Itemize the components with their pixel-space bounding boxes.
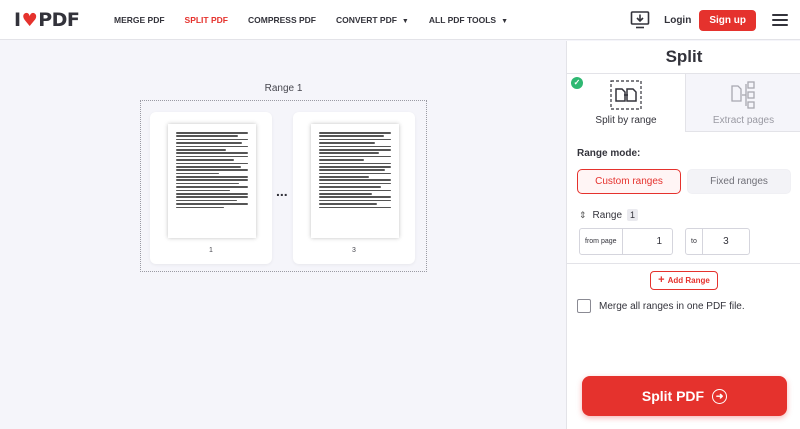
plus-icon: + (658, 274, 665, 286)
nav-split-pdf[interactable]: SPLIT PDF (185, 15, 228, 25)
logo-text-pdf: PDF (38, 9, 80, 31)
add-range-label: Add Range (667, 276, 710, 285)
range-header: ⇕ Range 1 (579, 209, 639, 221)
split-pdf-label: Split PDF (641, 388, 705, 404)
split-range-icon (610, 80, 642, 110)
menu-bar (772, 24, 788, 26)
page-card[interactable]: 3 (293, 112, 415, 264)
tab-extract-pages[interactable]: Extract pages (685, 74, 800, 132)
nav-all-pdf-tools[interactable]: ALL PDF TOOLS ▼ (429, 15, 508, 25)
desktop-download-icon[interactable] (630, 10, 650, 30)
hamburger-menu-icon[interactable] (772, 14, 788, 26)
range-number-badge: 1 (627, 209, 639, 221)
nav-all-pdf-tools-label: ALL PDF TOOLS (428, 15, 497, 25)
menu-bar (772, 19, 788, 21)
nav-convert-pdf-label: CONVERT PDF (336, 15, 397, 25)
custom-ranges-button[interactable]: Custom ranges (577, 169, 681, 194)
range-label: Range (592, 209, 623, 221)
merge-checkbox[interactable] (577, 299, 591, 313)
ellipsis: ... (276, 183, 288, 199)
tab-label: Extract pages (712, 115, 775, 126)
tab-split-by-range[interactable]: Split by range (567, 74, 685, 132)
logo-letter-i: I (14, 9, 21, 31)
check-icon: ✓ (571, 77, 583, 89)
sidebar-title: Split (665, 47, 703, 66)
page-thumbnail (311, 124, 399, 238)
from-page-input[interactable]: 1 (623, 229, 672, 254)
caret-down-icon: ▼ (501, 18, 509, 25)
nav-merge-pdf[interactable]: MERGE PDF (114, 15, 165, 25)
split-options-sidebar: Split Split by range ✓ Extract pages Ran… (566, 41, 800, 429)
heart-icon: ♥ (21, 9, 38, 31)
extract-pages-icon (730, 81, 755, 109)
arrow-right-circle-icon: ➜ (712, 388, 728, 404)
page-number: 3 (352, 247, 356, 254)
nav-convert-pdf[interactable]: CONVERT PDF ▼ (336, 15, 409, 25)
main-nav: MERGE PDF SPLIT PDF COMPRESS PDF CONVERT… (114, 0, 528, 40)
page-card[interactable]: 1 (150, 112, 272, 264)
range-mode-label: Range mode: (577, 148, 641, 159)
divider (567, 263, 800, 264)
top-header: I ♥ PDF MERGE PDF SPLIT PDF COMPRESS PDF… (0, 0, 800, 40)
range-title: Range 1 (264, 83, 303, 94)
add-range-button[interactable]: + Add Range (650, 271, 718, 290)
pdf-workspace: Range 1 1 ... 3 (0, 41, 566, 429)
page-thumbnail (168, 124, 256, 238)
sort-arrows-icon[interactable]: ⇕ (579, 210, 587, 221)
nav-compress-pdf[interactable]: COMPRESS PDF (248, 15, 316, 25)
to-page-input[interactable]: 3 (703, 229, 749, 254)
to-page-label: to (686, 229, 703, 254)
merge-label: Merge all ranges in one PDF file. (599, 300, 745, 312)
range-group: 1 ... 3 (140, 100, 427, 272)
tab-label: Split by range (595, 115, 657, 126)
signup-button[interactable]: Sign up (699, 9, 756, 31)
caret-down-icon: ▼ (401, 18, 409, 25)
from-page-field[interactable]: from page 1 (579, 228, 673, 255)
from-page-label: from page (580, 229, 623, 254)
login-link[interactable]: Login (664, 15, 691, 26)
to-page-field[interactable]: to 3 (685, 228, 750, 255)
header-actions: Login Sign up (630, 0, 788, 40)
merge-option[interactable]: Merge all ranges in one PDF file. (577, 299, 745, 313)
split-pdf-button[interactable]: Split PDF ➜ (582, 376, 787, 416)
page-number: 1 (209, 247, 213, 254)
menu-bar (772, 14, 788, 16)
fixed-ranges-button[interactable]: Fixed ranges (687, 169, 791, 194)
ilovepdf-logo[interactable]: I ♥ PDF (14, 9, 80, 31)
